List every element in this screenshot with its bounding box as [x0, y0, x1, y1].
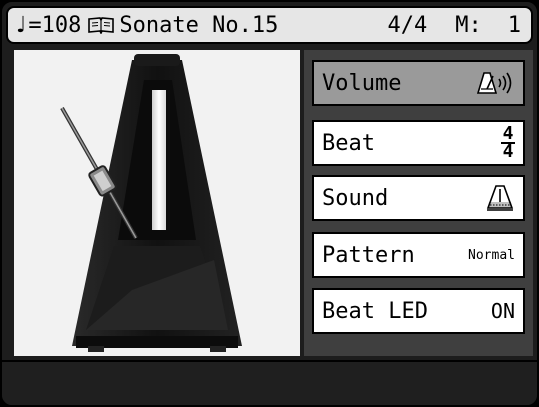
volume-label: Volume	[322, 70, 402, 96]
metronome-screen: ♩ =108 Sonate No.15 4/4 M: 1 Volume Beat…	[0, 0, 539, 407]
status-right: 4/4 M: 1	[388, 8, 522, 42]
beat-value: 4 4	[501, 123, 515, 162]
status-left: ♩ =108 Sonate No.15	[8, 13, 278, 38]
volume-button[interactable]: Volume	[312, 60, 525, 106]
beat-button[interactable]: Beat 4 4	[312, 120, 525, 166]
sound-button[interactable]: Sound	[312, 175, 525, 221]
measure-value: 1	[507, 12, 521, 38]
beat-led-value: ON	[490, 299, 515, 323]
quarter-note-icon: ♩	[16, 12, 27, 38]
beat-led-label: Beat LED	[322, 298, 428, 324]
status-bar: ♩ =108 Sonate No.15 4/4 M: 1	[6, 6, 533, 44]
sound-label: Sound	[322, 185, 389, 211]
metronome-bell-icon	[486, 185, 514, 211]
time-signature: 4/4	[387, 12, 428, 38]
song-book-icon	[88, 17, 115, 34]
pattern-label: Pattern	[322, 242, 415, 268]
pattern-value: Normal	[468, 247, 515, 263]
beat-label: Beat	[322, 130, 375, 156]
beat-denominator: 4	[502, 141, 514, 162]
footer-bar	[2, 360, 537, 405]
pattern-button[interactable]: Pattern Normal	[312, 232, 525, 278]
metronome-illustration	[14, 50, 300, 356]
beat-numerator: 4	[502, 123, 514, 144]
volume-speaker-icon	[476, 72, 512, 94]
tempo-value: =108	[28, 12, 82, 38]
beat-led-button[interactable]: Beat LED ON	[312, 288, 525, 334]
settings-panel: Volume Beat 4 4 Sound Pattern Normal Bea…	[304, 50, 533, 356]
measure-label: M:	[455, 12, 482, 38]
song-title: Sonate No.15	[119, 12, 279, 38]
